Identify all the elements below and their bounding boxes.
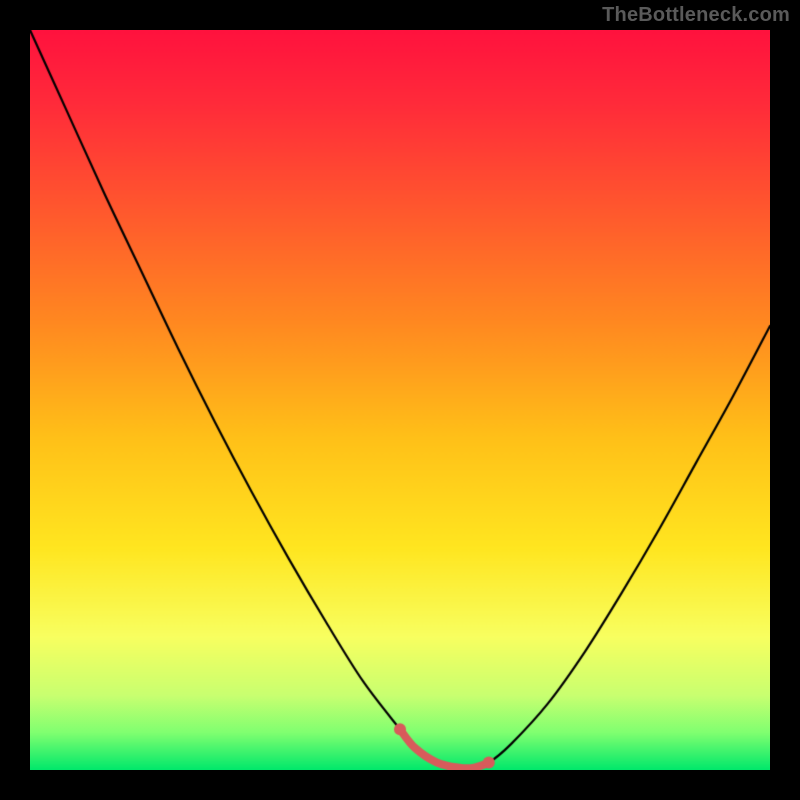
watermark-text: TheBottleneck.com (602, 4, 790, 27)
bottleneck-chart-canvas (30, 30, 770, 770)
chart-stage: TheBottleneck.com (0, 0, 800, 800)
plot-area (30, 30, 770, 770)
